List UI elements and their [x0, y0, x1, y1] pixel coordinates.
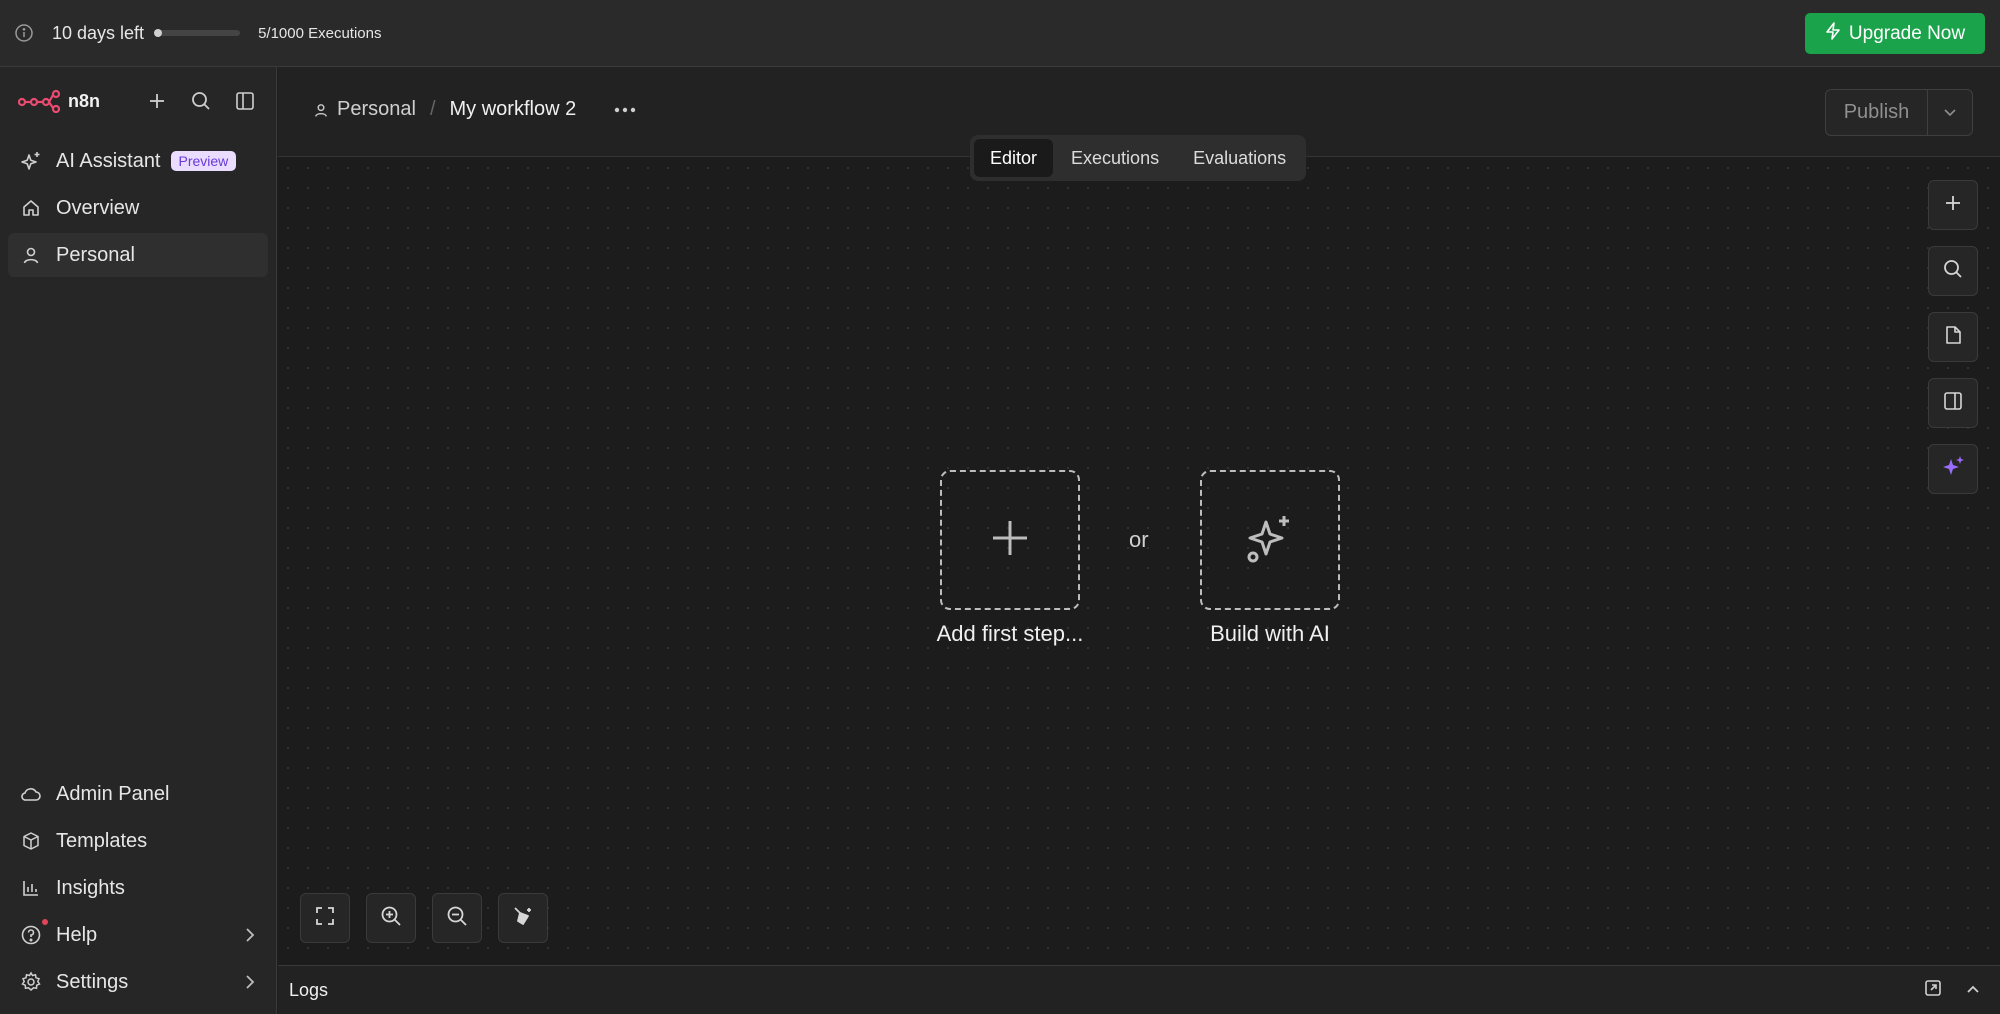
sidebar-item-label: Help [56, 923, 98, 946]
ai-sparkle-icon [1242, 510, 1298, 571]
sidebar-item-label: Admin Panel [56, 782, 170, 805]
cloud-icon [20, 783, 42, 805]
trial-days-left: 10 days left [52, 22, 145, 43]
sidebar-item-settings[interactable]: Settings [8, 960, 268, 1004]
search-nodes-button[interactable] [1928, 246, 1978, 296]
sidebar: n8n AI Assistant Preview Overview Person… [0, 67, 277, 1014]
note-icon [1943, 325, 1963, 350]
chevron-right-icon [244, 974, 256, 990]
sidebar-item-insights[interactable]: Insights [8, 866, 268, 910]
breadcrumb-separator: / [429, 98, 436, 120]
logs-title: Logs [289, 979, 329, 1000]
plus-icon [990, 518, 1030, 563]
sidebar-toggle-icon[interactable] [234, 90, 256, 112]
chevron-right-icon [244, 927, 256, 943]
add-first-step-button[interactable] [940, 470, 1080, 610]
build-with-ai-button[interactable] [1200, 470, 1340, 610]
upgrade-now-label: Upgrade Now [1848, 22, 1966, 44]
home-icon [20, 197, 42, 219]
logs-panel[interactable]: Logs [278, 965, 2000, 1014]
plus-icon [1944, 194, 1962, 217]
or-label: or [1129, 527, 1149, 552]
sidebar-item-label: AI Assistant [56, 149, 161, 172]
tab-evaluations[interactable]: Evaluations [1177, 139, 1302, 177]
zoom-out-icon [446, 905, 468, 932]
sparkle-icon [20, 150, 42, 172]
help-icon [20, 924, 42, 946]
sidebar-item-templates[interactable]: Templates [8, 819, 268, 863]
zoom-in-button[interactable] [366, 893, 416, 943]
zoom-out-button[interactable] [432, 893, 482, 943]
gear-icon [20, 971, 42, 993]
tab-executions[interactable]: Executions [1055, 139, 1175, 177]
sidebar-item-admin-panel[interactable]: Admin Panel [8, 772, 268, 816]
sidebar-item-label: Personal [56, 243, 135, 266]
user-icon [20, 244, 42, 266]
sidebar-item-help[interactable]: Help [8, 913, 268, 957]
pop-out-icon[interactable] [1924, 979, 1942, 1002]
fit-view-button[interactable] [300, 893, 350, 943]
sticky-note-button[interactable] [1928, 312, 1978, 362]
workflow-canvas[interactable]: Add first step... or Build with AI [278, 158, 2000, 965]
trial-progress-bar [154, 29, 241, 37]
brush-icon [511, 904, 535, 933]
build-with-ai-label: Build with AI [1210, 621, 1330, 646]
chevron-up-icon[interactable] [1966, 981, 1980, 999]
brand-name: n8n [68, 90, 101, 111]
tidy-up-button[interactable] [498, 893, 548, 943]
search-icon[interactable] [190, 90, 212, 112]
user-icon [313, 101, 331, 119]
box-icon [20, 830, 42, 852]
sidebar-item-label: Insights [56, 876, 125, 899]
search-icon [1943, 259, 1963, 284]
sidebar-item-overview[interactable]: Overview [8, 186, 268, 230]
info-icon[interactable] [14, 22, 36, 44]
breadcrumb-project[interactable]: Personal [337, 98, 416, 121]
add-first-step-label: Add first step... [936, 621, 1084, 646]
chevron-down-icon[interactable] [1928, 90, 1972, 135]
workflow-name[interactable]: My workflow 2 [450, 98, 577, 121]
preview-badge: Preview [170, 151, 237, 171]
execution-count: 5/1000 Executions [258, 24, 382, 42]
tab-editor[interactable]: Editor [974, 139, 1054, 177]
breadcrumb: Personal / My workflow 2 [313, 98, 636, 121]
fullscreen-icon [315, 906, 335, 931]
zoom-in-icon [380, 905, 402, 932]
sidebar-item-ai-assistant[interactable]: AI Assistant Preview [8, 139, 268, 183]
ai-assistant-button[interactable] [1928, 444, 1978, 494]
add-node-button[interactable] [1928, 180, 1978, 230]
n8n-logo[interactable]: n8n [18, 89, 100, 113]
sidebar-item-label: Templates [56, 829, 148, 852]
publish-button-group: Publish [1825, 89, 1973, 136]
panel-right-icon [1943, 391, 1963, 416]
more-options-icon[interactable] [614, 107, 636, 113]
view-tabs: Editor Executions Evaluations [970, 135, 1307, 181]
lightning-icon [1825, 21, 1841, 46]
sidebar-item-label: Overview [56, 196, 140, 219]
upgrade-now-button[interactable]: Upgrade Now [1805, 13, 1985, 54]
plus-icon[interactable] [146, 90, 168, 112]
chart-icon [20, 877, 42, 899]
trial-banner: 10 days left 5/1000 Executions Upgrade N… [0, 0, 2000, 67]
publish-button[interactable]: Publish [1826, 90, 1928, 135]
toggle-panel-button[interactable] [1928, 378, 1978, 428]
ai-sparkle-icon [1940, 454, 1966, 485]
sidebar-item-personal[interactable]: Personal [8, 233, 268, 277]
notification-dot [42, 919, 48, 925]
sidebar-item-label: Settings [56, 970, 129, 993]
